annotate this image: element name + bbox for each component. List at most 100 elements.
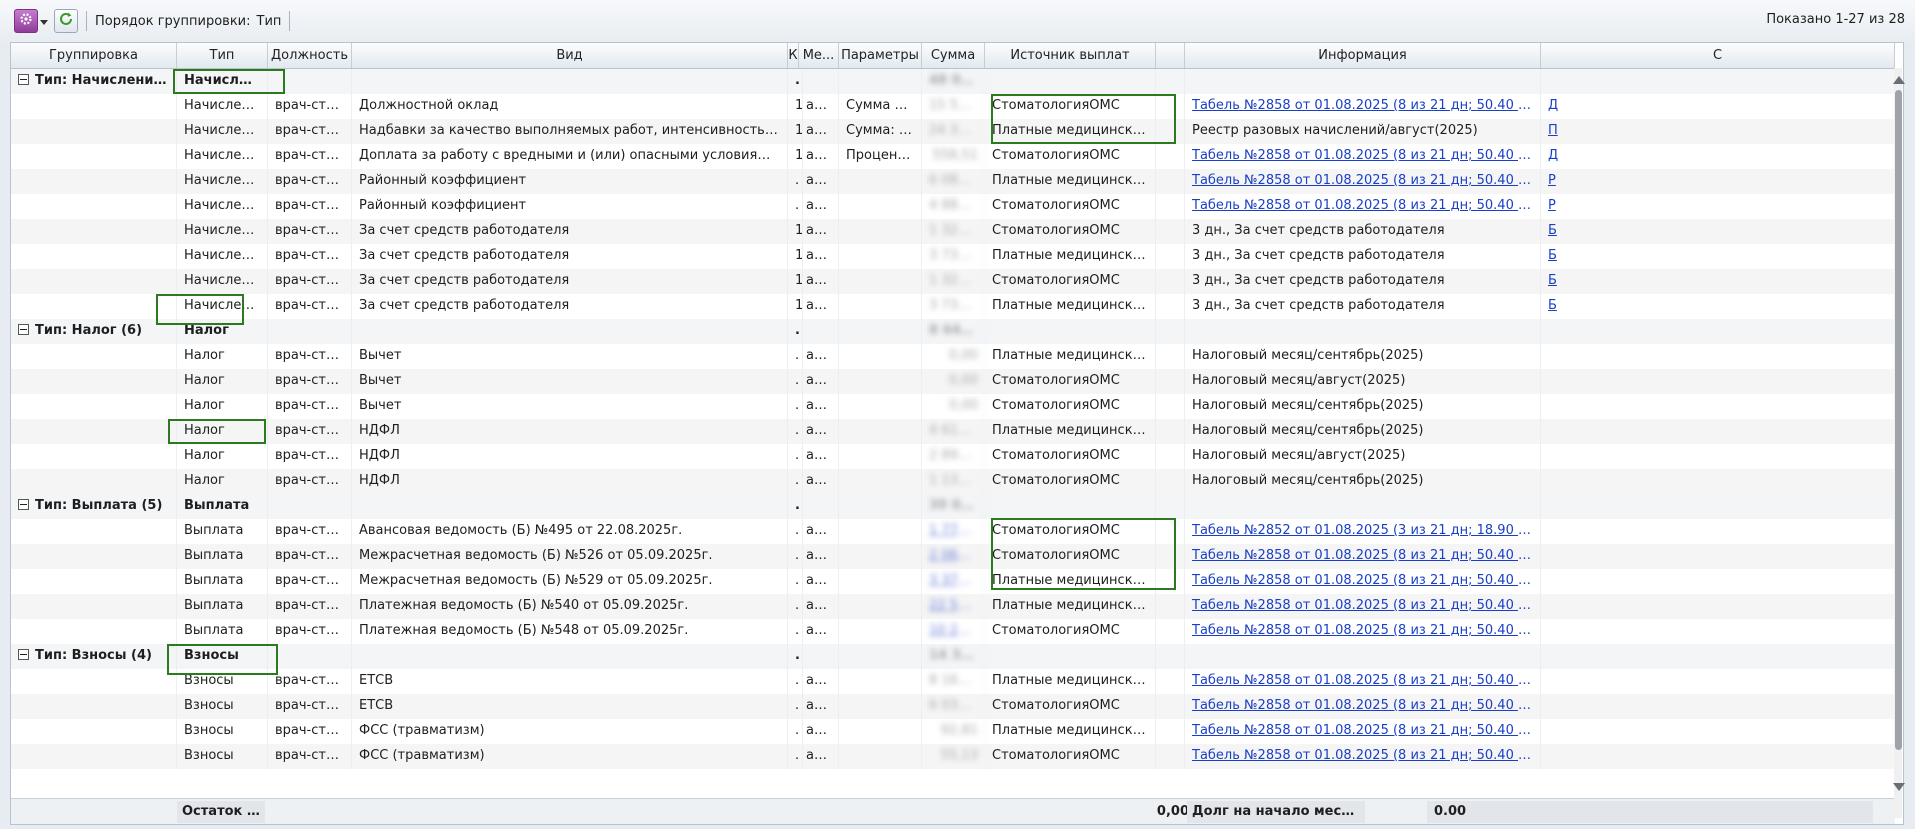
table-row[interactable]: Выплатаврач-стомат...Межрасчетная ведомо…	[11, 569, 1895, 594]
table-row[interactable]: Выплатаврач-стомат...Платежная ведомость…	[11, 594, 1895, 619]
collapse-icon[interactable]	[18, 324, 29, 335]
info-cell[interactable]: Табель №2858 от 01.08.2025 (8 из 21 дн; …	[1185, 569, 1541, 594]
column-header-extra[interactable]: С	[1541, 43, 1895, 68]
group-title[interactable]: Тип: Налог (6)	[11, 319, 177, 344]
info-cell[interactable]: Табель №2858 от 01.08.2025 (8 из 21 дн; …	[1185, 594, 1541, 619]
table-row[interactable]: Начислениеврач-стомат...За счет средств …	[11, 269, 1895, 294]
extra-cell[interactable]	[1541, 519, 1895, 544]
column-header-position[interactable]: Должность	[268, 43, 352, 68]
table-row[interactable]: Налогврач-стомат...Вычет.авг...0,00Стома…	[11, 394, 1895, 419]
group-title-text: Тип: Налог (6)	[35, 323, 143, 338]
column-header-blank[interactable]	[1156, 43, 1185, 68]
column-header-kind[interactable]: Вид	[352, 43, 788, 68]
extra-cell[interactable]	[1541, 744, 1895, 769]
extra-cell[interactable]	[1541, 569, 1895, 594]
extra-cell[interactable]: Р	[1541, 194, 1895, 219]
column-header-k[interactable]: К	[788, 43, 799, 68]
scroll-down-icon[interactable]	[1893, 783, 1905, 791]
info-cell[interactable]: Табель №2858 от 01.08.2025 (8 из 21 дн; …	[1185, 144, 1541, 169]
extra-cell[interactable]	[1541, 469, 1895, 494]
table-row[interactable]: Начислениеврач-стомат...Должностной окла…	[11, 94, 1895, 119]
table-row[interactable]: Налогврач-стомат...Вычет.авг...0,00Платн…	[11, 344, 1895, 369]
scrollbar-thumb[interactable]	[1895, 90, 1902, 750]
source-cell: Платные медицинские услуги	[985, 344, 1156, 369]
group-row[interactable]: Тип: Выплата (5)Выплата.39 004,...	[11, 494, 1895, 519]
column-header-me[interactable]: Ме...	[799, 43, 839, 68]
extra-cell[interactable]: Б	[1541, 294, 1895, 319]
table-row[interactable]: Начислениеврач-стомат...За счет средств …	[11, 244, 1895, 269]
sum-cell[interactable]: 2 068,02	[922, 544, 985, 569]
table-row[interactable]: Налогврач-стомат...НДФЛ.авг...4 618,00Пл…	[11, 419, 1895, 444]
table-row[interactable]: Выплатаврач-стомат...Платежная ведомость…	[11, 619, 1895, 644]
collapse-icon[interactable]	[18, 649, 29, 660]
extra-cell[interactable]	[1541, 419, 1895, 444]
column-header-grouping[interactable]: Группировка	[11, 43, 177, 68]
scroll-up-icon[interactable]	[1893, 76, 1905, 84]
table-row[interactable]: Начислениеврач-стомат...За счет средств …	[11, 294, 1895, 319]
extra-cell[interactable]: Р	[1541, 169, 1895, 194]
collapse-icon[interactable]	[18, 74, 29, 85]
extra-cell[interactable]	[1541, 619, 1895, 644]
extra-cell[interactable]	[1541, 694, 1895, 719]
group-title[interactable]: Тип: Выплата (5)	[11, 494, 177, 519]
column-header-source[interactable]: Источник выплат	[985, 43, 1156, 68]
extra-cell[interactable]: Д	[1541, 144, 1895, 169]
info-cell[interactable]: Табель №2852 от 01.08.2025 (3 из 21 дн; …	[1185, 519, 1541, 544]
column-header-sum[interactable]: Сумма	[922, 43, 985, 68]
extra-cell[interactable]: П	[1541, 119, 1895, 144]
extra-cell[interactable]: Б	[1541, 219, 1895, 244]
extra-cell[interactable]	[1541, 719, 1895, 744]
settings-dropdown[interactable]	[40, 16, 48, 26]
table-row[interactable]: Начислениеврач-стомат...Доплата за работ…	[11, 144, 1895, 169]
info-cell[interactable]: Табель №2858 от 01.08.2025 (8 из 21 дн; …	[1185, 669, 1541, 694]
extra-cell[interactable]	[1541, 594, 1895, 619]
info-cell[interactable]: Табель №2858 от 01.08.2025 (8 из 21 дн; …	[1185, 169, 1541, 194]
sum-cell[interactable]: 3 371,09	[922, 569, 985, 594]
grouping-order-value[interactable]: Тип	[257, 14, 282, 29]
table-row[interactable]: Налогврач-стомат...Вычет.авг...0,00Стома…	[11, 369, 1895, 394]
extra-cell[interactable]	[1541, 444, 1895, 469]
table-row[interactable]: Выплатаврач-стомат...Межрасчетная ведомо…	[11, 544, 1895, 569]
extra-cell[interactable]	[1541, 344, 1895, 369]
table-row[interactable]: Налогврач-стомат...НДФЛ.авг...1 133,00Ст…	[11, 469, 1895, 494]
column-header-info[interactable]: Информация	[1185, 43, 1541, 68]
extra-cell[interactable]	[1541, 369, 1895, 394]
table-row[interactable]: Начислениеврач-стомат...Надбавки за каче…	[11, 119, 1895, 144]
sum-cell[interactable]: 1 771,54	[922, 519, 985, 544]
extra-cell[interactable]	[1541, 394, 1895, 419]
info-cell[interactable]: Табель №2858 от 01.08.2025 (8 из 21 дн; …	[1185, 194, 1541, 219]
table-row[interactable]: Налогврач-стомат...НДФЛ.авг...2 891,00Ст…	[11, 444, 1895, 469]
group-title[interactable]: Тип: Взносы (4)	[11, 644, 177, 669]
column-header-type[interactable]: Тип	[177, 43, 268, 68]
info-cell[interactable]: Табель №2858 от 01.08.2025 (8 из 21 дн; …	[1185, 94, 1541, 119]
info-cell[interactable]: Табель №2858 от 01.08.2025 (8 из 21 дн; …	[1185, 544, 1541, 569]
group-title[interactable]: Тип: Начисление (9)	[11, 69, 177, 94]
table-row[interactable]: Начислениеврач-стомат...Районный коэффиц…	[11, 194, 1895, 219]
extra-cell[interactable]: Д	[1541, 94, 1895, 119]
collapse-icon[interactable]	[18, 499, 29, 510]
info-cell[interactable]: Табель №2858 от 01.08.2025 (8 из 21 дн; …	[1185, 619, 1541, 644]
table-row[interactable]: Взносыврач-стомат...ФСС (травматизм).авг…	[11, 744, 1895, 769]
table-row[interactable]: Взносыврач-стомат...ЕТСВ.авг...8 162,07П…	[11, 669, 1895, 694]
table-row[interactable]: Взносыврач-стомат...ФСС (травматизм).авг…	[11, 719, 1895, 744]
extra-cell[interactable]	[1541, 669, 1895, 694]
info-cell[interactable]: Табель №2858 от 01.08.2025 (8 из 21 дн; …	[1185, 694, 1541, 719]
extra-cell[interactable]	[1541, 544, 1895, 569]
table-row[interactable]: Взносыврач-стомат...ЕТСВ.авг...6 031,54С…	[11, 694, 1895, 719]
extra-cell[interactable]: Б	[1541, 244, 1895, 269]
refresh-button[interactable]	[54, 9, 78, 33]
group-row[interactable]: Тип: Налог (6)Налог.8 642,00	[11, 319, 1895, 344]
info-cell[interactable]: Табель №2858 от 01.08.2025 (8 из 21 дн; …	[1185, 744, 1541, 769]
table-row[interactable]: Выплатаврач-стомат...Авансовая ведомость…	[11, 519, 1895, 544]
table-row[interactable]: Начислениеврач-стомат...За счет средств …	[11, 219, 1895, 244]
settings-button[interactable]	[14, 9, 38, 33]
group-row[interactable]: Тип: Начисление (9)Начисление.48 072,...	[11, 69, 1895, 94]
table-row[interactable]: Начислениеврач-стомат...Районный коэффиц…	[11, 169, 1895, 194]
sum-cell[interactable]: 10 288,72	[922, 619, 985, 644]
sum-cell[interactable]: 22 503,73	[922, 594, 985, 619]
group-row[interactable]: Тип: Взносы (4)Взносы.14 341,...	[11, 644, 1895, 669]
column-header-params[interactable]: Параметры	[839, 43, 922, 68]
info-cell[interactable]: Табель №2858 от 01.08.2025 (8 из 21 дн; …	[1185, 719, 1541, 744]
extra-cell[interactable]: Б	[1541, 269, 1895, 294]
group-title-text: Тип: Выплата (5)	[35, 498, 163, 513]
